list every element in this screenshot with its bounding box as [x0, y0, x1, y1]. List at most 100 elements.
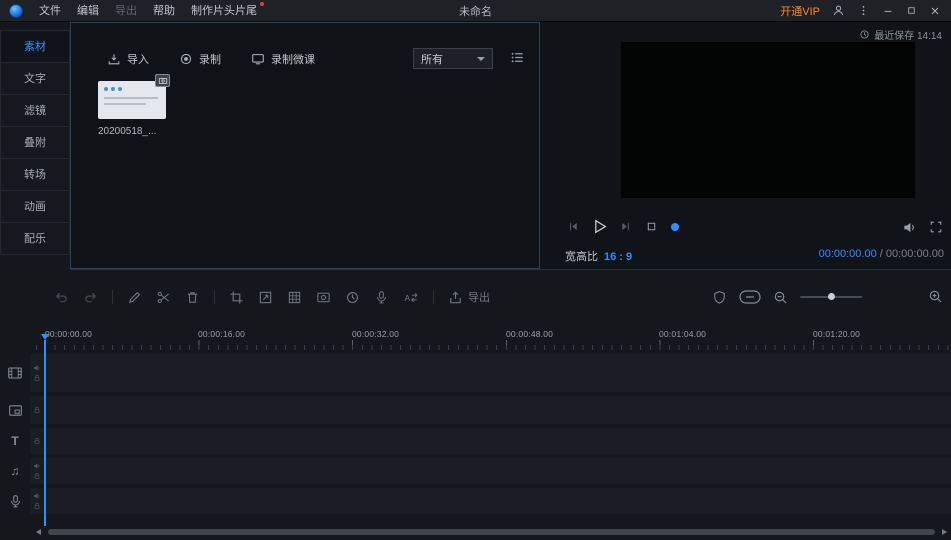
ruler-minor-ticks: [30, 345, 951, 350]
crop-button[interactable]: [229, 290, 244, 305]
list-view-toggle-icon[interactable]: [510, 50, 525, 65]
play-button[interactable]: [591, 218, 608, 235]
track-mute-icon[interactable]: [33, 492, 41, 500]
menu-file[interactable]: 文件: [31, 0, 69, 22]
pip-track[interactable]: [0, 396, 951, 424]
screen-record-button[interactable]: 录制微课: [251, 51, 315, 67]
edit-button[interactable]: [127, 290, 142, 305]
previous-frame-button[interactable]: [567, 220, 580, 233]
timeline-ruler[interactable]: 00:00:00.00 00:00:16.00 00:00:32.00 00:0…: [30, 326, 951, 352]
vip-button[interactable]: 开通VIP: [780, 3, 820, 19]
delete-button[interactable]: [185, 290, 200, 305]
track-mute-icon[interactable]: [33, 364, 41, 372]
fullscreen-icon[interactable]: [929, 220, 943, 234]
stop-button[interactable]: [645, 220, 658, 233]
toolbar-divider: [112, 290, 113, 304]
scroll-left-arrow[interactable]: [36, 529, 41, 535]
shield-icon[interactable]: [712, 290, 727, 305]
undo-button[interactable]: [54, 290, 69, 305]
seek-handle[interactable]: [671, 223, 679, 231]
preview-info-bar: 宽高比16 : 9 00:00:00.00 / 00:00:00.00: [565, 248, 944, 264]
sidebar-tab-material[interactable]: 素材: [0, 30, 70, 63]
thumbnail-line: [104, 97, 158, 99]
track-mute-icon[interactable]: [33, 462, 41, 470]
voiceover-button[interactable]: [374, 290, 389, 305]
scroll-right-arrow[interactable]: [942, 529, 947, 535]
track-lock-icon[interactable]: [33, 472, 41, 480]
fit-timeline-button[interactable]: [739, 290, 761, 304]
import-button[interactable]: 导入: [107, 51, 149, 67]
menu-intro-outro[interactable]: 制作片头片尾: [183, 0, 265, 22]
sidebar-tab-filter[interactable]: 滤镜: [0, 94, 70, 127]
menu-help[interactable]: 帮助: [145, 0, 183, 22]
track-lock-icon[interactable]: [33, 406, 41, 414]
total-time: 00:00:00.00: [886, 248, 944, 260]
menu-export: 导出: [107, 0, 145, 22]
aspect-ratio[interactable]: 宽高比16 : 9: [565, 248, 632, 264]
playback-controls: [541, 216, 951, 238]
maximize-button[interactable]: [906, 5, 917, 16]
export-label: 导出: [468, 289, 490, 305]
text-track-strip[interactable]: [30, 428, 951, 454]
toolbar-divider: [433, 290, 434, 304]
more-menu-icon[interactable]: [857, 4, 870, 17]
sidebar-tab-overlay[interactable]: 叠附: [0, 126, 70, 159]
zoom-clip-button[interactable]: [258, 290, 273, 305]
app-logo-icon: [9, 4, 23, 18]
pip-track-strip[interactable]: [30, 396, 951, 424]
track-lock-icon[interactable]: [33, 437, 41, 445]
filter-dropdown[interactable]: 所有: [413, 48, 493, 69]
playhead[interactable]: [44, 340, 46, 526]
menu-intro-outro-label: 制作片头片尾: [191, 5, 257, 17]
duration-button[interactable]: [345, 290, 360, 305]
redo-button[interactable]: [83, 290, 98, 305]
track-list: T ♫: [0, 354, 951, 518]
voice-track-icon: [8, 494, 23, 509]
account-icon[interactable]: [832, 4, 845, 17]
music-track-strip[interactable]: [30, 458, 951, 484]
next-frame-button[interactable]: [619, 220, 632, 233]
aspect-ratio-value: 16 : 9: [604, 251, 632, 263]
track-lock-icon[interactable]: [33, 374, 41, 382]
menu-edit[interactable]: 编辑: [69, 0, 107, 22]
music-track[interactable]: ♫: [0, 458, 951, 484]
text-track-icon: T: [11, 434, 18, 448]
close-button[interactable]: [929, 5, 941, 17]
sidebar-tab-music[interactable]: 配乐: [0, 222, 70, 255]
video-editor-window: 文件 编辑 导出 帮助 制作片头片尾 未命名 开通VIP 素材 文字 滤镜 叠附…: [0, 0, 951, 540]
toolbar-divider: [214, 290, 215, 304]
voice-track-strip[interactable]: [30, 488, 951, 514]
ruler-label: 00:00:48.00: [506, 329, 553, 339]
text-track[interactable]: T: [0, 428, 951, 454]
video-track-icon: [7, 365, 23, 381]
voice-track[interactable]: [0, 488, 951, 514]
media-item[interactable]: 20200518_...: [98, 81, 166, 137]
video-preview-area: [621, 42, 915, 198]
sidebar-tab-transition[interactable]: 转场: [0, 158, 70, 191]
freeze-frame-button[interactable]: [316, 290, 331, 305]
media-thumbnail[interactable]: [98, 81, 166, 119]
timeline-zoom-slider[interactable]: [800, 296, 862, 298]
mosaic-button[interactable]: [287, 290, 302, 305]
last-saved-status: 最近保存 14:14: [859, 27, 942, 42]
volume-icon[interactable]: [902, 220, 917, 235]
track-lock-icon[interactable]: [33, 502, 41, 510]
speech-text-button[interactable]: [403, 290, 419, 305]
ruler-label: 00:00:32.00: [352, 329, 399, 339]
media-item-name: 20200518_...: [98, 126, 166, 137]
zoom-in-icon[interactable]: [928, 289, 943, 304]
scrollbar-thumb[interactable]: [48, 529, 935, 535]
split-button[interactable]: [156, 290, 171, 305]
new-badge-dot: [260, 2, 264, 6]
minimize-button[interactable]: [882, 5, 894, 17]
zoom-slider-handle[interactable]: [828, 293, 835, 300]
sidebar-tab-animation[interactable]: 动画: [0, 190, 70, 223]
sidebar-tab-text[interactable]: 文字: [0, 62, 70, 95]
record-button[interactable]: 录制: [179, 51, 221, 67]
current-time: 00:00:00.00: [819, 248, 877, 260]
zoom-out-icon[interactable]: [773, 290, 788, 305]
video-track[interactable]: [0, 354, 951, 392]
horizontal-scrollbar[interactable]: [30, 527, 951, 537]
export-button[interactable]: 导出: [448, 289, 490, 305]
video-track-strip[interactable]: [30, 354, 951, 392]
